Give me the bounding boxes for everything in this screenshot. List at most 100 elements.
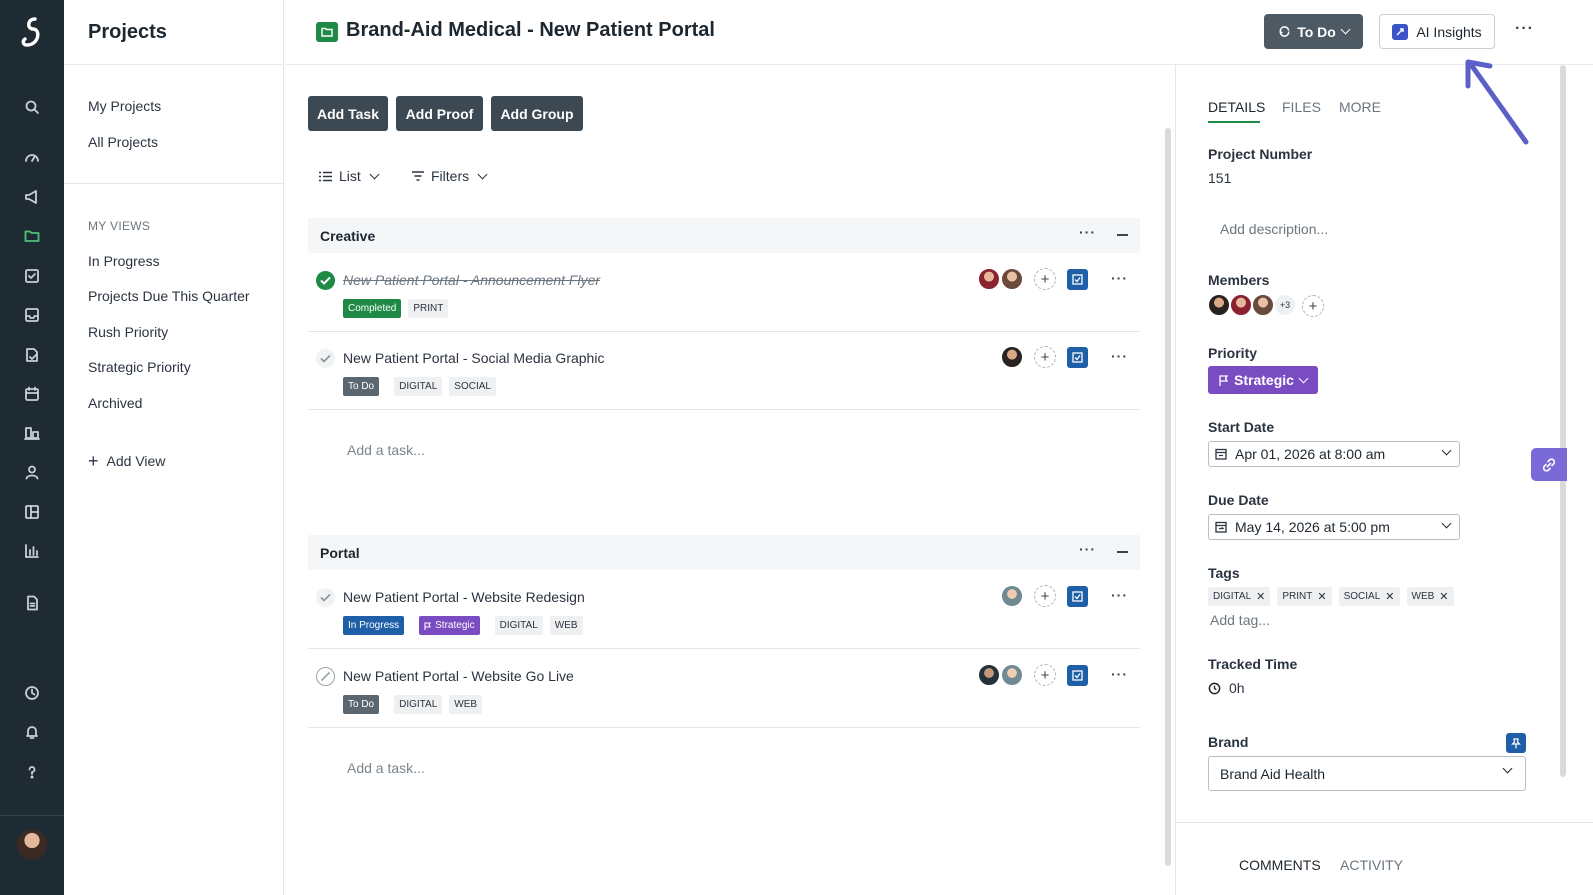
filters-dropdown[interactable]: Filters bbox=[412, 168, 488, 184]
search-icon[interactable] bbox=[22, 97, 42, 117]
clock-icon[interactable] bbox=[22, 683, 42, 703]
avatar[interactable] bbox=[1000, 584, 1024, 608]
people-icon[interactable] bbox=[22, 462, 42, 482]
main-scrollbar[interactable] bbox=[1165, 128, 1171, 866]
avatar[interactable] bbox=[1251, 293, 1275, 317]
dashboard-icon[interactable] bbox=[22, 147, 42, 167]
add-proof-button[interactable]: Add Proof bbox=[396, 96, 483, 131]
view-in-progress[interactable]: In Progress bbox=[88, 253, 160, 269]
group-more-icon[interactable]: ··· bbox=[1079, 541, 1096, 557]
view-rush-priority[interactable]: Rush Priority bbox=[88, 324, 168, 340]
nav-my-projects[interactable]: My Projects bbox=[88, 98, 161, 114]
add-assignee-icon[interactable]: + bbox=[1034, 664, 1056, 686]
task-checkbox-icon[interactable] bbox=[1067, 665, 1088, 686]
completed-check-icon[interactable] bbox=[316, 271, 335, 290]
add-view-button[interactable]: + Add View bbox=[88, 452, 165, 470]
task-title[interactable]: New Patient Portal - Website Redesign bbox=[343, 589, 585, 605]
board-icon[interactable] bbox=[22, 502, 42, 522]
folder-icon[interactable] bbox=[22, 226, 42, 246]
task-title[interactable]: New Patient Portal - Social Media Graphi… bbox=[343, 350, 604, 366]
add-member-icon[interactable]: + bbox=[1302, 295, 1324, 317]
add-task-input[interactable]: Add a task... bbox=[347, 442, 425, 458]
task-row[interactable]: New Patient Portal - Announcement Flyer … bbox=[308, 254, 1140, 332]
add-assignee-icon[interactable]: + bbox=[1034, 268, 1056, 290]
tag: PRINT bbox=[408, 299, 449, 318]
avatar[interactable] bbox=[1229, 293, 1253, 317]
logo-icon[interactable] bbox=[0, 0, 64, 64]
proof-icon[interactable] bbox=[22, 345, 42, 365]
task-more-icon[interactable]: ··· bbox=[1111, 587, 1128, 603]
remove-tag-icon[interactable]: ✕ bbox=[1439, 590, 1448, 603]
collapse-icon[interactable] bbox=[1117, 234, 1128, 236]
bell-icon[interactable] bbox=[22, 722, 42, 742]
check-icon[interactable] bbox=[316, 588, 335, 607]
group-more-icon[interactable]: ··· bbox=[1079, 224, 1096, 240]
add-assignee-icon[interactable]: + bbox=[1034, 585, 1056, 607]
task-more-icon[interactable]: ··· bbox=[1111, 666, 1128, 682]
user-avatar[interactable] bbox=[17, 830, 47, 860]
side-widget-tab[interactable] bbox=[1531, 448, 1567, 481]
brand-select[interactable]: Brand Aid Health bbox=[1208, 756, 1526, 791]
task-tags: To Do DIGITAL WEB bbox=[343, 695, 483, 714]
tab-activity[interactable]: ACTIVITY bbox=[1340, 857, 1403, 873]
remove-tag-icon[interactable]: ✕ bbox=[1256, 590, 1265, 603]
megaphone-icon[interactable] bbox=[22, 187, 42, 207]
nav-divider bbox=[64, 183, 284, 184]
view-strategic-priority[interactable]: Strategic Priority bbox=[88, 359, 191, 375]
tasks-icon[interactable] bbox=[22, 266, 42, 286]
document-icon[interactable] bbox=[22, 593, 42, 613]
add-task-input[interactable]: Add a task... bbox=[347, 760, 425, 776]
members-overflow-count[interactable]: +3 bbox=[1273, 293, 1297, 317]
task-more-icon[interactable]: ··· bbox=[1111, 270, 1128, 286]
tab-more[interactable]: MORE bbox=[1339, 99, 1381, 115]
group-header-creative[interactable]: Creative ··· bbox=[308, 218, 1140, 253]
task-checkbox-icon[interactable] bbox=[1067, 586, 1088, 607]
task-checkbox-icon[interactable] bbox=[1067, 269, 1088, 290]
start-date-field[interactable]: Apr 01, 2026 at 8:00 am bbox=[1208, 441, 1460, 467]
check-icon[interactable] bbox=[316, 349, 335, 368]
avatar[interactable] bbox=[977, 267, 1001, 291]
calendar-icon[interactable] bbox=[22, 384, 42, 404]
remove-tag-icon[interactable]: ✕ bbox=[1385, 590, 1394, 603]
task-row[interactable]: New Patient Portal - Website Go Live To … bbox=[308, 650, 1140, 728]
ai-insights-button[interactable]: AI Insights bbox=[1379, 14, 1495, 49]
details-scrollbar[interactable] bbox=[1560, 65, 1566, 777]
add-tag-input[interactable]: Add tag... bbox=[1210, 612, 1270, 628]
avatar[interactable] bbox=[977, 663, 1001, 687]
collapse-icon[interactable] bbox=[1117, 551, 1128, 553]
task-title[interactable]: New Patient Portal - Announcement Flyer bbox=[343, 272, 600, 288]
add-group-button[interactable]: Add Group bbox=[491, 96, 583, 131]
remove-tag-icon[interactable]: ✕ bbox=[1317, 590, 1326, 603]
inbox-icon[interactable] bbox=[22, 305, 42, 325]
view-archived[interactable]: Archived bbox=[88, 395, 142, 411]
tag-chip-label: SOCIAL bbox=[1343, 591, 1381, 602]
chart-icon[interactable] bbox=[22, 541, 42, 561]
reports-icon[interactable] bbox=[22, 423, 42, 443]
view-due-this-quarter[interactable]: Projects Due This Quarter bbox=[88, 288, 250, 304]
group-header-portal[interactable]: Portal ··· bbox=[308, 535, 1140, 570]
avatar[interactable] bbox=[1207, 293, 1231, 317]
view-mode-dropdown[interactable]: List bbox=[319, 168, 380, 184]
tab-comments[interactable]: COMMENTS bbox=[1239, 857, 1321, 873]
blocked-icon[interactable] bbox=[316, 667, 335, 686]
task-checkbox-icon[interactable] bbox=[1067, 347, 1088, 368]
more-options-icon[interactable]: ··· bbox=[1515, 20, 1534, 38]
help-icon[interactable] bbox=[22, 762, 42, 782]
tab-details[interactable]: DETAILS bbox=[1208, 99, 1265, 115]
add-assignee-icon[interactable]: + bbox=[1034, 346, 1056, 368]
task-row[interactable]: New Patient Portal - Social Media Graphi… bbox=[308, 332, 1140, 410]
tab-files[interactable]: FILES bbox=[1282, 99, 1321, 115]
nav-all-projects[interactable]: All Projects bbox=[88, 134, 158, 150]
avatar[interactable] bbox=[1000, 267, 1024, 291]
task-more-icon[interactable]: ··· bbox=[1111, 348, 1128, 364]
add-task-button[interactable]: Add Task bbox=[308, 96, 388, 131]
priority-dropdown[interactable]: Strategic bbox=[1208, 366, 1318, 394]
description-input[interactable]: Add description... bbox=[1220, 221, 1328, 237]
task-title[interactable]: New Patient Portal - Website Go Live bbox=[343, 668, 574, 684]
status-dropdown-button[interactable]: To Do bbox=[1264, 14, 1363, 49]
pin-icon[interactable] bbox=[1506, 733, 1526, 753]
task-row[interactable]: New Patient Portal - Website Redesign In… bbox=[308, 571, 1140, 649]
avatar[interactable] bbox=[1000, 663, 1024, 687]
avatar[interactable] bbox=[1000, 345, 1024, 369]
due-date-field[interactable]: May 14, 2026 at 5:00 pm bbox=[1208, 514, 1460, 540]
